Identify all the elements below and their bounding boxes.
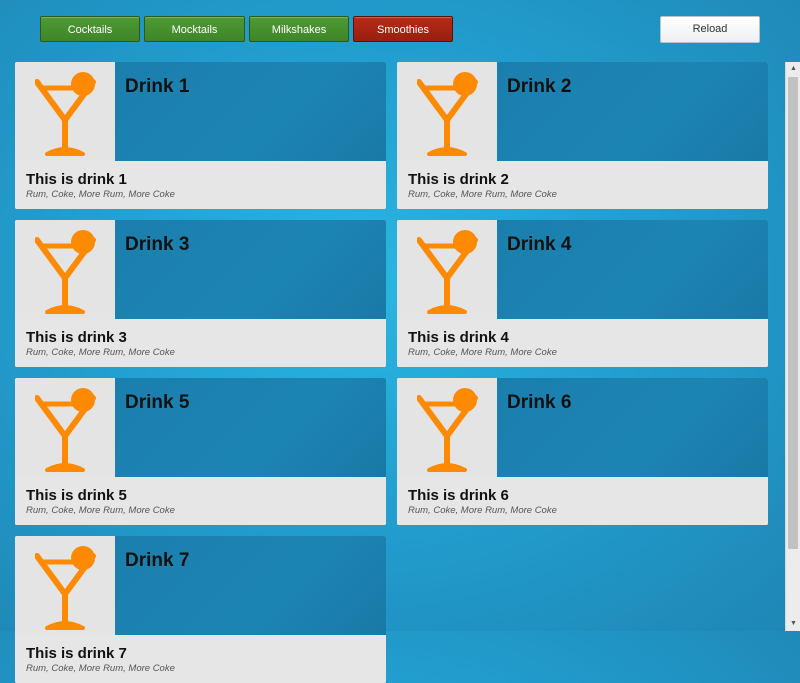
drink-tile-footer: This is drink 5 Rum, Coke, More Rum, More… (15, 477, 386, 525)
drink-thumbnail (15, 62, 115, 161)
drink-subtitle: This is drink 7 (26, 645, 127, 662)
drink-subtitle: This is drink 6 (408, 487, 509, 504)
drink-ingredients: Rum, Coke, More Rum, More Coke (408, 347, 557, 358)
drink-ingredients: Rum, Coke, More Rum, More Coke (26, 189, 175, 200)
drink-thumbnail (15, 220, 115, 319)
drink-tile-header: Drink 6 (497, 378, 768, 477)
drink-subtitle: This is drink 5 (26, 487, 127, 504)
drink-thumbnail (397, 220, 497, 319)
drink-tile-header: Drink 3 (115, 220, 386, 319)
drink-title: Drink 3 (125, 234, 190, 255)
vertical-scrollbar[interactable]: ▲ ▼ (785, 62, 800, 631)
drink-tile-header: Drink 7 (115, 536, 386, 635)
drink-subtitle: This is drink 4 (408, 329, 509, 346)
drink-tile-footer: This is drink 3 Rum, Coke, More Rum, More… (15, 319, 386, 367)
drink-thumbnail (15, 378, 115, 477)
scrollbar-thumb[interactable] (788, 77, 798, 549)
drink-tile-header: Drink 2 (497, 62, 768, 161)
drink-ingredients: Rum, Coke, More Rum, More Coke (26, 505, 175, 516)
drink-title: Drink 1 (125, 76, 190, 97)
drink-title: Drink 5 (125, 392, 190, 413)
drink-thumbnail (397, 62, 497, 161)
drink-tile[interactable]: Drink 7 This is drink 7 Rum, Coke, More Ru… (15, 536, 386, 683)
drink-title: Drink 7 (125, 550, 190, 571)
drink-tile[interactable]: Drink 1 This is drink 1 Rum, Coke, More Ru… (15, 62, 386, 209)
drink-title: Drink 2 (507, 76, 572, 97)
drink-tile-footer: This is drink 1 Rum, Coke, More Rum, More… (15, 161, 386, 209)
drink-tile[interactable]: Drink 6 This is drink 6 Rum, Coke, More Ru… (397, 378, 768, 525)
drink-grid: Drink 1 This is drink 1 Rum, Coke, More Ru… (0, 0, 785, 683)
drink-tile-header: Drink 5 (115, 378, 386, 477)
drink-ingredients: Rum, Coke, More Rum, More Coke (26, 347, 175, 358)
drink-ingredients: Rum, Coke, More Rum, More Coke (408, 189, 557, 200)
drink-tile[interactable]: Drink 3 This is drink 3 Rum, Coke, More Ru… (15, 220, 386, 367)
scroll-down-arrow-icon[interactable]: ▼ (786, 617, 800, 631)
drink-thumbnail (15, 536, 115, 635)
drink-title: Drink 6 (507, 392, 572, 413)
drink-ingredients: Rum, Coke, More Rum, More Coke (408, 505, 557, 516)
drink-tile[interactable]: Drink 4 This is drink 4 Rum, Coke, More Ru… (397, 220, 768, 367)
drink-thumbnail (397, 378, 497, 477)
drink-tile-footer: This is drink 2 Rum, Coke, More Rum, More… (397, 161, 768, 209)
drink-subtitle: This is drink 2 (408, 171, 509, 188)
drink-ingredients: Rum, Coke, More Rum, More Coke (26, 663, 175, 674)
drink-tile[interactable]: Drink 2 This is drink 2 Rum, Coke, More Ru… (397, 62, 768, 209)
drink-subtitle: This is drink 3 (26, 329, 127, 346)
scroll-up-arrow-icon[interactable]: ▲ (786, 62, 800, 76)
drink-tile-header: Drink 1 (115, 62, 386, 161)
drink-tile-footer: This is drink 6 Rum, Coke, More Rum, More… (397, 477, 768, 525)
drink-subtitle: This is drink 1 (26, 171, 127, 188)
drink-title: Drink 4 (507, 234, 572, 255)
drink-tile[interactable]: Drink 5 This is drink 5 Rum, Coke, More Ru… (15, 378, 386, 525)
drink-tile-footer: This is drink 7 Rum, Coke, More Rum, More… (15, 635, 386, 683)
drink-tile-header: Drink 4 (497, 220, 768, 319)
drink-tile-footer: This is drink 4 Rum, Coke, More Rum, More… (397, 319, 768, 367)
